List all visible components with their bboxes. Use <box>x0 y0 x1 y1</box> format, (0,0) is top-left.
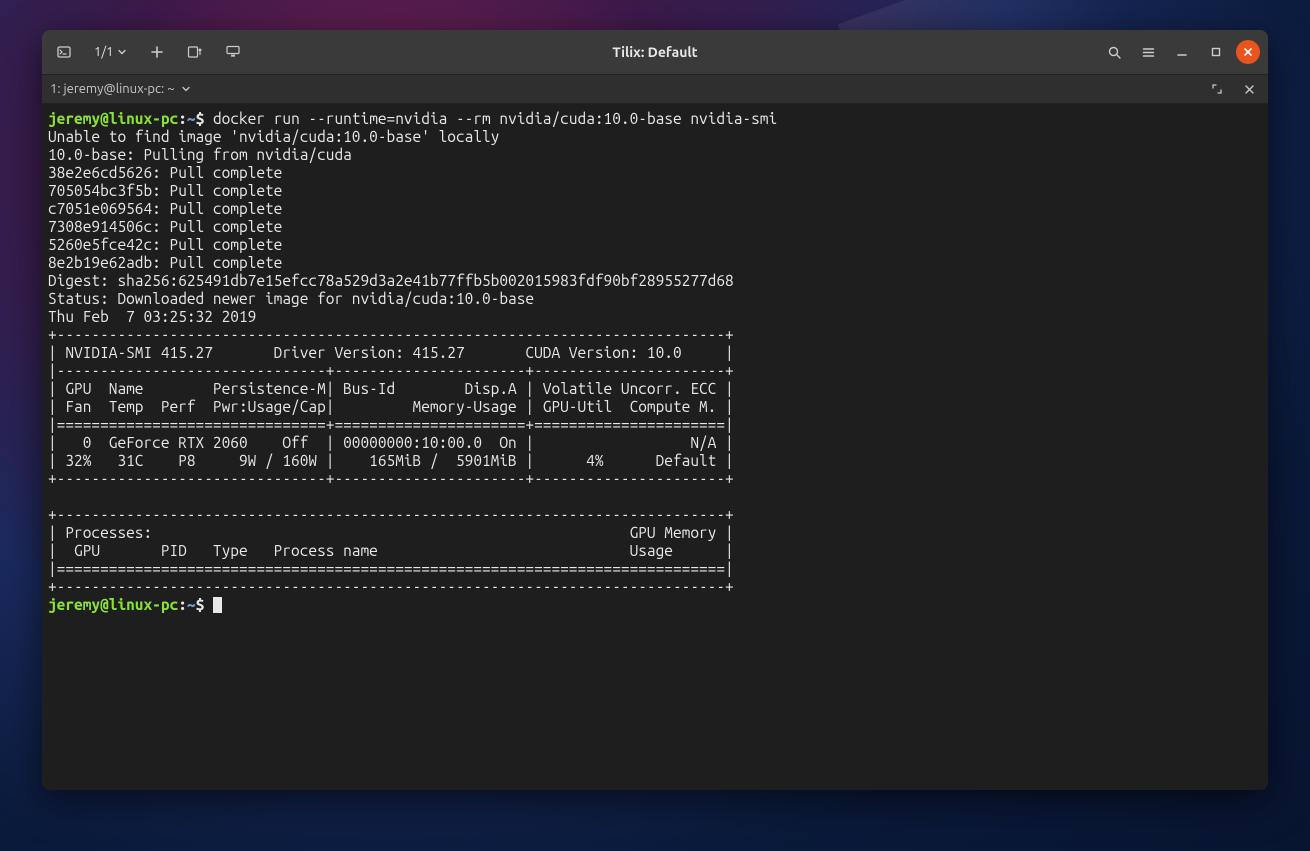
prompt-dollar: $ <box>196 596 205 613</box>
expand-icon <box>1211 83 1223 95</box>
terminal-window: 1/1 Tilix: Default <box>42 30 1268 790</box>
output-line: 5260e5fce42c: Pull complete <box>48 236 282 253</box>
terminal-viewport[interactable]: jeremy@linux-pc:~$ docker run --runtime=… <box>42 104 1268 790</box>
tab-title: 1: jeremy@linux-pc: ~ <box>50 82 175 96</box>
chevron-down-icon <box>117 47 127 57</box>
output-line: +-------------------------------+-------… <box>48 470 734 487</box>
split-down-icon <box>225 45 241 59</box>
output-line: |===============================+=======… <box>48 416 734 433</box>
output-line: | Fan Temp Perf Pwr:Usage/Cap| Memory-Us… <box>48 398 734 415</box>
prompt-separator: : <box>178 596 187 613</box>
close-icon <box>1243 47 1253 57</box>
output-line: 8e2b19e62adb: Pull complete <box>48 254 282 271</box>
hamburger-icon <box>1141 45 1156 60</box>
prompt-user-host: jeremy@linux-pc <box>48 110 178 127</box>
split-right-icon <box>187 45 203 59</box>
terminal-tab[interactable]: 1: jeremy@linux-pc: ~ <box>50 82 191 96</box>
output-line: Digest: sha256:625491db7e15efcc78a529d3a… <box>48 272 734 289</box>
output-line: +---------------------------------------… <box>48 326 734 343</box>
window-title: Tilix: Default <box>612 44 697 60</box>
output-line: | Processes: GPU Memory | <box>48 524 734 541</box>
output-line: | GPU Name Persistence-M| Bus-Id Disp.A … <box>48 380 734 397</box>
tabbar: 1: jeremy@linux-pc: ~ <box>42 74 1268 104</box>
output-line: c7051e069564: Pull complete <box>48 200 282 217</box>
titlebar: 1/1 Tilix: Default <box>42 30 1268 74</box>
close-window-button[interactable] <box>1236 40 1260 64</box>
fullscreen-pane-button[interactable] <box>1206 78 1228 100</box>
session-counter[interactable]: 1/1 <box>88 45 133 59</box>
prompt-path: ~ <box>187 596 196 613</box>
cursor <box>213 597 222 613</box>
minimize-button[interactable] <box>1168 38 1196 66</box>
output-line: | 32% 31C P8 9W / 160W | 165MiB / 5901Mi… <box>48 452 734 469</box>
output-line: | GPU PID Type Process name Usage | <box>48 542 734 559</box>
output-line: Status: Downloaded newer image for nvidi… <box>48 290 534 307</box>
output-line: 38e2e6cd5626: Pull complete <box>48 164 282 181</box>
output-line: |=======================================… <box>48 560 734 577</box>
output-line: Thu Feb 7 03:25:32 2019 <box>48 308 256 325</box>
output-line: 10.0-base: Pulling from nvidia/cuda <box>48 146 352 163</box>
output-line: | NVIDIA-SMI 415.27 Driver Version: 415.… <box>48 344 734 361</box>
split-down-button[interactable] <box>219 38 247 66</box>
maximize-icon <box>1210 46 1222 58</box>
close-icon <box>1244 84 1255 95</box>
prompt-dollar: $ <box>196 110 205 127</box>
add-session-button[interactable] <box>143 38 171 66</box>
output-line: +---------------------------------------… <box>48 506 734 523</box>
app-menu-icon[interactable] <box>50 38 78 66</box>
session-count-label: 1/1 <box>94 45 113 59</box>
split-right-button[interactable] <box>181 38 209 66</box>
command-text: docker run --runtime=nvidia --rm nvidia/… <box>213 110 777 127</box>
prompt-separator: : <box>178 110 187 127</box>
search-button[interactable] <box>1100 38 1128 66</box>
output-line: +---------------------------------------… <box>48 578 734 595</box>
chevron-down-icon <box>181 84 191 94</box>
minimize-icon <box>1176 46 1188 58</box>
hamburger-menu-button[interactable] <box>1134 38 1162 66</box>
output-line: | 0 GeForce RTX 2060 Off | 00000000:10:0… <box>48 434 734 451</box>
maximize-button[interactable] <box>1202 38 1230 66</box>
output-line: 7308e914506c: Pull complete <box>48 218 282 235</box>
close-pane-button[interactable] <box>1238 78 1260 100</box>
output-line: |-------------------------------+-------… <box>48 362 734 379</box>
prompt-path: ~ <box>187 110 196 127</box>
output-line: 705054bc3f5b: Pull complete <box>48 182 282 199</box>
plus-icon <box>150 45 164 59</box>
search-icon <box>1107 45 1122 60</box>
output-line: Unable to find image 'nvidia/cuda:10.0-b… <box>48 128 499 145</box>
prompt-user-host: jeremy@linux-pc <box>48 596 178 613</box>
